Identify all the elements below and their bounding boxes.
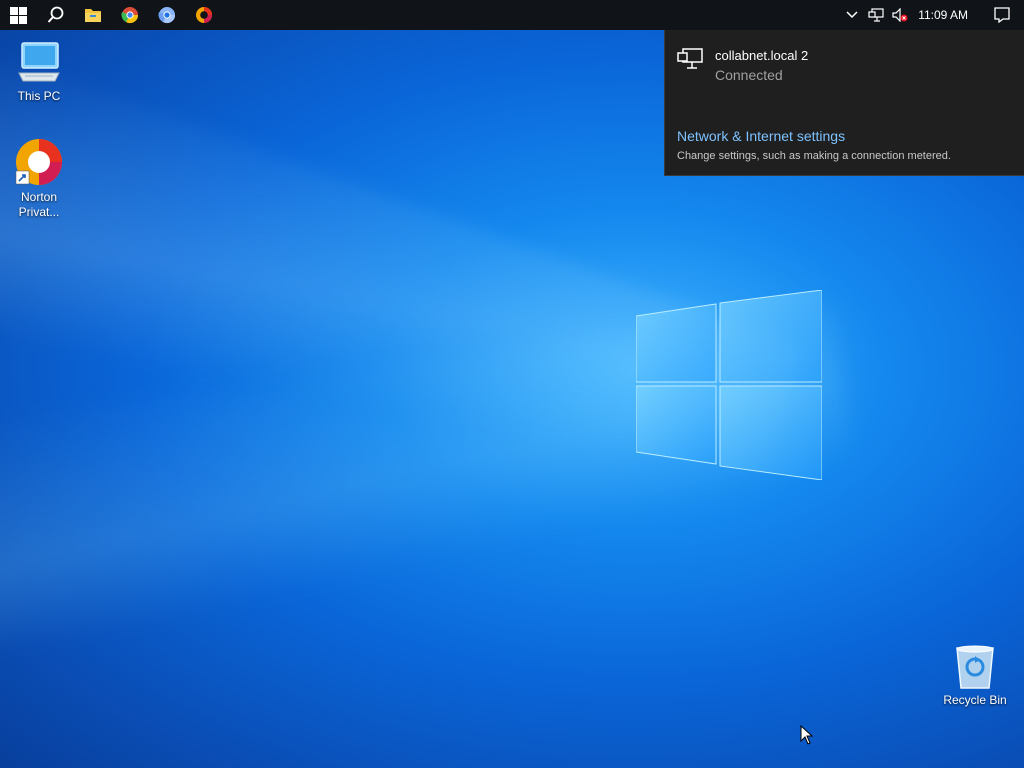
- norton-icon: [15, 139, 62, 185]
- notification-icon: [994, 7, 1010, 23]
- desktop-icon-recycle-bin[interactable]: Recycle Bin: [937, 644, 1013, 708]
- network-tray-button[interactable]: [864, 0, 888, 30]
- network-flyout: collabnet.local 2 Connected Network & In…: [664, 30, 1024, 176]
- desktop-icon-label-line2: Privat...: [18, 205, 60, 219]
- network-name: collabnet.local 2: [715, 48, 809, 63]
- action-center-button[interactable]: [980, 0, 1024, 30]
- chevron-up-icon: [846, 11, 858, 19]
- chromium-button[interactable]: [148, 0, 185, 30]
- file-explorer-button[interactable]: [74, 0, 111, 30]
- network-settings-description: Change settings, such as making a connec…: [677, 150, 951, 162]
- windows-logo-icon: [10, 6, 27, 24]
- computer-icon: [18, 42, 60, 82]
- recycle-bin-icon: [956, 645, 994, 689]
- chromium-icon: [157, 7, 175, 24]
- mouse-cursor-icon: [800, 725, 814, 745]
- desktop-icon-this-pc[interactable]: This PC: [1, 40, 77, 104]
- taskbar-clock[interactable]: 11:09 AM: [912, 8, 980, 22]
- desktop-icon-label: Recycle Bin: [943, 693, 1007, 707]
- volume-muted-icon: [892, 8, 908, 22]
- desktop-icon-label-line1: Norton: [20, 190, 58, 204]
- desktop-icon-norton-private-browser[interactable]: Norton Privat...: [1, 137, 77, 220]
- desktop-icon-label: This PC: [17, 89, 61, 103]
- windows-wallpaper-logo: [635, 289, 823, 481]
- folder-icon: [84, 9, 101, 22]
- network-entry[interactable]: collabnet.local 2 Connected: [677, 48, 808, 83]
- chrome-button[interactable]: [111, 0, 148, 30]
- search-button[interactable]: [37, 0, 74, 30]
- norton-icon: [195, 7, 212, 23]
- network-internet-settings-link[interactable]: Network & Internet settings: [677, 128, 845, 144]
- show-hidden-icons-button[interactable]: [840, 0, 864, 30]
- start-button[interactable]: [0, 0, 37, 30]
- chrome-icon: [120, 7, 138, 24]
- taskbar: 11:09 AM: [0, 0, 1024, 30]
- norton-browser-button[interactable]: [185, 0, 222, 30]
- system-tray: 11:09 AM: [840, 0, 1024, 30]
- ethernet-network-icon: [677, 48, 703, 69]
- network-icon: [868, 8, 884, 22]
- network-status: Connected: [715, 67, 783, 83]
- volume-tray-button[interactable]: [888, 0, 912, 30]
- search-icon: [47, 6, 63, 23]
